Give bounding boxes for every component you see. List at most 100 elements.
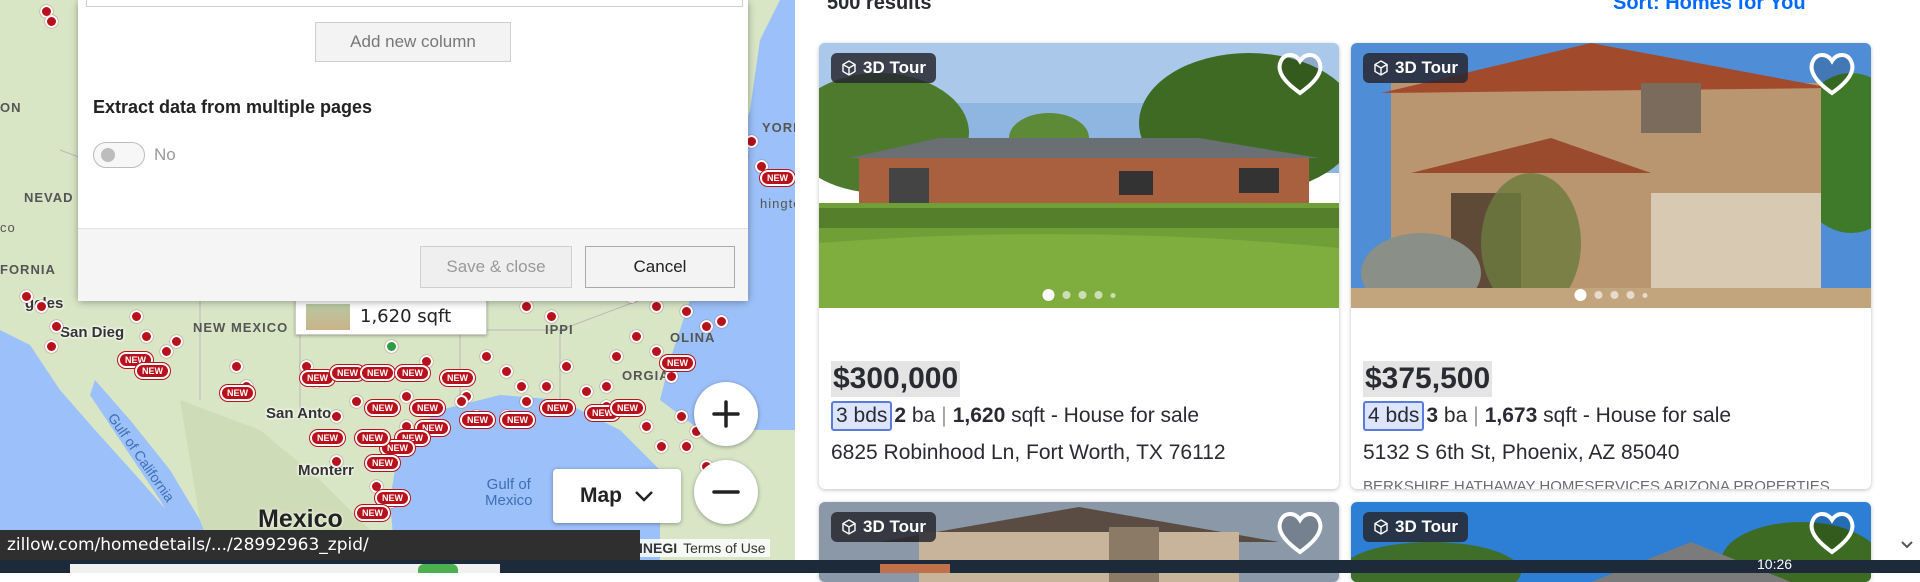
new-listing-badge[interactable]: NEW (500, 412, 535, 428)
results-count: 500 results (827, 0, 932, 14)
listing-marker[interactable] (130, 310, 143, 323)
listing-marker[interactable] (600, 380, 613, 393)
listing-marker[interactable] (665, 370, 678, 383)
scroll-down-icon[interactable] (1900, 540, 1914, 550)
listing-card[interactable]: 3D Tour $300,000 3 bds 2 ba | 1,620 sqft… (819, 43, 1339, 489)
baths-count: 3 (1426, 404, 1439, 427)
listing-marker[interactable] (500, 365, 513, 378)
listing-photo[interactable]: 3D Tour (1351, 43, 1871, 308)
new-listing-badge[interactable]: NEW (365, 455, 400, 471)
listing-marker[interactable] (20, 290, 33, 303)
listing-marker[interactable] (330, 410, 343, 423)
terms-of-use-link[interactable]: Terms of Use (683, 540, 765, 556)
listing-marker[interactable] (610, 350, 623, 363)
listing-facts: 4 bds 3 ba | 1,673 sqft - House for sale (1363, 401, 1731, 431)
heart-icon[interactable] (1275, 51, 1325, 97)
sqft-unit: sqft (1543, 404, 1577, 427)
extract-pages-toggle[interactable] (93, 142, 145, 168)
listing-marker[interactable] (655, 440, 668, 453)
sort-dropdown[interactable]: Sort: Homes for You (1613, 0, 1806, 15)
new-listing-badge[interactable]: NEW (540, 400, 575, 416)
new-listing-badge[interactable]: NEW (220, 385, 255, 401)
cancel-button[interactable]: Cancel (585, 246, 735, 288)
zoom-in-button[interactable] (694, 382, 758, 446)
new-listing-badge[interactable]: NEW (410, 400, 445, 416)
listing-marker[interactable] (675, 410, 688, 423)
listing-marker[interactable] (50, 320, 63, 333)
save-close-button[interactable]: Save & close (420, 246, 572, 288)
map-type-button[interactable]: Map (553, 469, 681, 523)
new-listing-badge[interactable]: NEW (360, 365, 395, 381)
listing-marker[interactable] (35, 300, 48, 313)
listing-marker[interactable] (350, 395, 363, 408)
map-hover-tooltip[interactable]: 1,620 sqft (295, 298, 487, 335)
listing-marker[interactable] (515, 380, 528, 393)
listing-marker[interactable] (455, 395, 468, 408)
toggle-knob (101, 148, 115, 162)
listing-marker[interactable] (160, 345, 173, 358)
listing-marker[interactable] (230, 360, 243, 373)
new-listing-badge[interactable]: NEW (355, 430, 390, 446)
selected-listing-marker[interactable] (385, 340, 398, 353)
heart-icon[interactable] (1807, 51, 1857, 97)
listing-marker[interactable] (520, 395, 533, 408)
map-label-new-mexico: NEW MEXICO (193, 320, 289, 335)
listing-marker[interactable] (630, 330, 643, 343)
listing-marker[interactable] (480, 350, 493, 363)
listing-marker[interactable] (330, 455, 343, 468)
new-listing-badge[interactable]: NEW (610, 400, 645, 416)
listing-marker[interactable] (650, 300, 663, 313)
listing-marker[interactable] (520, 300, 533, 313)
toggle-state-label: No (154, 145, 176, 164)
listing-marker[interactable] (545, 310, 558, 323)
listing-marker[interactable] (715, 315, 728, 328)
new-listing-badge[interactable]: NEW (760, 170, 795, 186)
listing-address[interactable]: 6825 Robinhood Ln, Fort Worth, TX 76112 (831, 441, 1226, 465)
cube-icon (1374, 519, 1388, 535)
listing-price: $300,000 (831, 361, 961, 397)
listing-marker[interactable] (170, 335, 183, 348)
column-input-stub[interactable] (86, 0, 743, 7)
new-listing-badge[interactable]: NEW (460, 412, 495, 428)
new-listing-badge[interactable]: NEW (355, 505, 390, 521)
baths-unit: ba (1443, 404, 1468, 427)
listing-address[interactable]: 5132 S 6th St, Phoenix, AZ 85040 (1363, 441, 1679, 465)
new-listing-badge[interactable]: NEW (310, 430, 345, 446)
zoom-out-button[interactable] (694, 460, 758, 524)
photo-carousel-dots[interactable] (1574, 289, 1648, 301)
new-listing-badge[interactable]: NEW (660, 355, 695, 371)
listing-price: $375,500 (1363, 361, 1493, 397)
heart-icon[interactable] (1275, 510, 1325, 556)
3d-tour-badge: 3D Tour (1363, 512, 1468, 542)
sqft-unit: sqft (1011, 404, 1045, 427)
taskbar: 10:26 (0, 556, 1920, 573)
listing-marker[interactable] (540, 380, 553, 393)
listing-photo[interactable]: 3D Tour (819, 43, 1339, 308)
listing-marker[interactable] (640, 420, 653, 433)
listing-marker[interactable] (560, 360, 573, 373)
plus-icon (712, 400, 740, 428)
new-listing-badge[interactable]: NEW (375, 490, 410, 506)
listing-marker[interactable] (400, 390, 413, 403)
heart-icon[interactable] (1807, 510, 1857, 556)
photo-carousel-dots[interactable] (1042, 289, 1116, 301)
listing-marker[interactable] (45, 15, 58, 28)
add-new-column-button[interactable]: Add new column (315, 22, 511, 62)
taskbar-app-icon[interactable] (880, 564, 950, 573)
listing-type: - House for sale (1050, 404, 1200, 427)
new-listing-badge[interactable]: NEW (395, 365, 430, 381)
new-listing-badge[interactable]: NEW (440, 370, 475, 386)
listing-marker[interactable] (580, 385, 593, 398)
listing-marker[interactable] (140, 330, 153, 343)
listing-card[interactable]: 3D Tour $375,500 4 bds 3 ba | 1,673 sqft… (1351, 43, 1871, 489)
3d-tour-badge: 3D Tour (831, 53, 936, 83)
new-listing-badge[interactable]: NEW (365, 400, 400, 416)
map-label-york: YORK (762, 120, 795, 135)
listing-marker[interactable] (700, 320, 713, 333)
listing-marker[interactable] (680, 305, 693, 318)
listing-marker[interactable] (45, 340, 58, 353)
listing-marker[interactable] (650, 345, 663, 358)
listing-marker[interactable] (680, 440, 693, 453)
taskbar-app-icon[interactable] (418, 564, 458, 573)
new-listing-badge[interactable]: NEW (135, 363, 170, 379)
